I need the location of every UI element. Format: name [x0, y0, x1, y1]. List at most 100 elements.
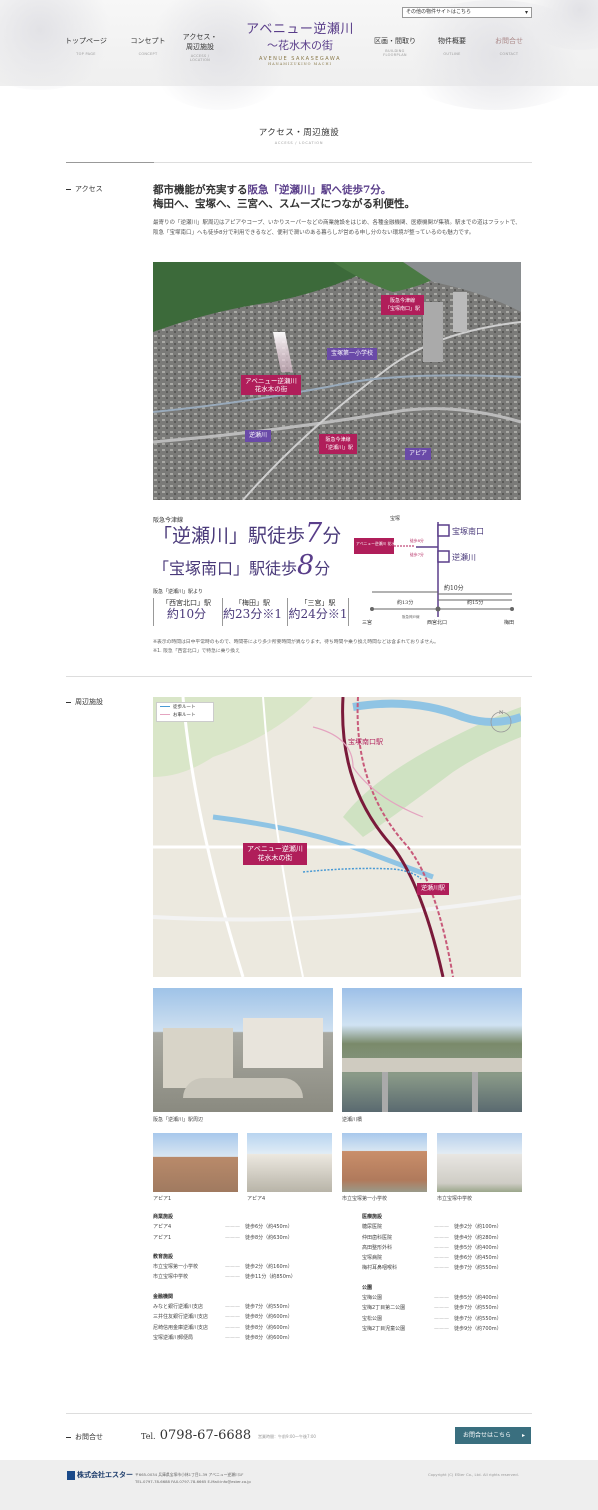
nav-floorplan-label: 区画・間取り — [374, 37, 416, 45]
route-takarazuka: 宝塚 — [390, 515, 400, 522]
area-map: N 徒歩ルート お車ルート アベニュー逆瀬川 花水木の街 逆瀬川駅 宝塚南口駅 — [153, 697, 521, 977]
facility-dist: 徒歩5分（約400m） — [454, 1295, 502, 1302]
photo-caption: 逆瀬川橋 — [342, 1117, 363, 1123]
tag-school: 宝塚第一小学校 — [327, 348, 378, 360]
time-value: 約10分 — [166, 607, 207, 621]
section-label-contact: お問合せ — [66, 1432, 103, 1442]
nav-access-en: ACCESS / LOCATION — [189, 54, 211, 62]
section-label-access: アクセス — [66, 184, 103, 194]
map-site-tag: アベニュー逆瀬川 花水木の街 — [243, 843, 307, 865]
walk-pre: 「宝塚南口」駅徒歩 — [153, 559, 298, 578]
facility-row: 宝塚逆瀬川郵便局 ——— 徒歩8分（約600m） — [153, 1333, 323, 1343]
nav-concept-label: コンセプト — [130, 37, 166, 45]
other-sites-select[interactable]: その他の物件サイトはこちら — [402, 7, 532, 18]
facility-row: 宝松公園 ——— 徒歩7分（約550m） — [362, 1314, 532, 1324]
route-t13: 約13分 — [397, 599, 413, 606]
facility-name: 宝梅2丁目第二公園 — [362, 1305, 406, 1312]
lead-text: 都市機能が充実する — [153, 184, 248, 196]
facility-dist: 徒歩7分（約550m） — [245, 1304, 293, 1311]
group-heading: 金融機関 — [153, 1293, 174, 1300]
group-heading: 公園 — [362, 1284, 373, 1291]
nav-contact[interactable]: お問合せ CONTACT — [485, 36, 533, 56]
nav-top-en: TOP PAGE — [76, 52, 96, 56]
walk-minamiguchi: 「宝塚南口」駅徒歩8分 — [153, 552, 331, 580]
facility-dist: 徒歩2分（約100m） — [454, 1224, 502, 1231]
legend-walk: 徒歩ルート — [160, 704, 210, 712]
address-line: 〒665-0034 兵庫県宝塚市小林1丁目1-39 アベニュー逆瀬川1F — [135, 1472, 244, 1477]
nav-floorplan-en: BUILDING FLOORPLAN — [383, 49, 407, 57]
route-t15: 約15分 — [467, 599, 483, 606]
contact-button[interactable]: お問合せはこちら — [455, 1427, 531, 1444]
facility-row: アピア4 ——— 徒歩6分（約450m） — [153, 1222, 323, 1232]
nav-floorplan[interactable]: 区画・間取り BUILDING FLOORPLAN — [371, 36, 419, 57]
group-heading: 教育施設 — [153, 1253, 174, 1260]
facility-row: 高田整形外科 ——— 徒歩5分（約400m） — [362, 1243, 532, 1253]
map-legend: 徒歩ルート お車ルート — [156, 702, 214, 722]
site-logo[interactable]: アベニュー逆瀬川 〜花水木の街 AVENUE SAKASEGAWA HANAMI… — [230, 22, 370, 66]
walk-post: 分 — [322, 525, 342, 547]
tel-prefix: Tel. — [141, 1432, 156, 1441]
facility-dist: 徒歩7分（約550m） — [454, 1305, 502, 1312]
facility-row: 糖尿医院 ——— 徒歩2分（約100m） — [362, 1222, 532, 1232]
photo-bridge — [342, 988, 522, 1112]
walk-post: 分 — [314, 559, 331, 578]
facility-name: 市立宝塚第一小学校 — [153, 1264, 199, 1271]
lead-text-2: 梅田へ、宝塚へ、三宮へ、スムーズにつながる利便性。 — [153, 198, 415, 210]
nav-concept[interactable]: コンセプト CONCEPT — [124, 36, 172, 56]
time-value: 約23分※1 — [223, 607, 282, 621]
route-sannomiya: 三宮 — [362, 619, 372, 626]
photo-station-area — [153, 988, 333, 1112]
facility-name: みなと銀行逆瀬川支店 — [153, 1304, 204, 1311]
logo-line2: 〜花水木の街 — [267, 39, 333, 52]
facility-name: 梅村耳鼻咽喉科 — [362, 1265, 398, 1272]
facility-row: 宝梅2丁目第二公園 ——— 徒歩7分（約550m） — [362, 1303, 532, 1313]
facility-dist: 徒歩4分（約280m） — [454, 1234, 502, 1241]
nav-contact-label: お問合せ — [495, 37, 523, 45]
facility-name: 仲田歯科医院 — [362, 1234, 393, 1241]
tag-takarazuka-minamiguchi: 阪急今津線 「宝塚南口」駅 — [381, 295, 425, 315]
note-2: ※1. 阪急「西宮北口」で特急に乗り換え — [153, 649, 240, 654]
phone-number[interactable]: Tel. 0798-67-6688 — [141, 1428, 251, 1443]
legend-car: お車ルート — [160, 712, 210, 720]
facility-name: 三井住友銀行逆瀬川支店 — [153, 1314, 209, 1321]
facility-name: 宝塚病院 — [362, 1255, 383, 1262]
access-notes: ※表示の時間は日中平常時のもので、時間帯により多少所要時間が異なります。待ち時間… — [153, 638, 521, 656]
facility-name: 宝梅2丁目児童公園 — [362, 1325, 406, 1332]
facility-row: 三井住友銀行逆瀬川支店 ——— 徒歩8分（約600m） — [153, 1312, 323, 1322]
route-nishinomiya: 西宮北口 — [427, 619, 447, 626]
photo-appia1 — [153, 1133, 238, 1192]
photo-caption: アピア1 — [153, 1196, 172, 1202]
time-box: 「西宮北口」駅 約10分 — [153, 598, 219, 626]
logo-line1: アベニュー逆瀬川 — [246, 22, 354, 37]
nav-access[interactable]: アクセス・ 周辺施設 ACCESS / LOCATION — [176, 32, 224, 62]
facility-row: アピア1 ——— 徒歩8分（約630m） — [153, 1233, 323, 1243]
facility-row: 市立宝塚中学校 ——— 徒歩11分（約850m） — [153, 1272, 323, 1282]
page-title: アクセス・周辺施設 ACCESS / LOCATION — [0, 126, 598, 145]
route-minamiguchi: 宝塚南口 — [452, 526, 484, 536]
nav-top-label: トップページ — [65, 37, 107, 45]
route-sakasegawa: 逆瀬川 — [452, 552, 476, 562]
facility-row: みなと銀行逆瀬川支店 ——— 徒歩7分（約550m） — [153, 1302, 323, 1312]
route-w8: 徒歩8分 — [410, 538, 424, 543]
tel-value: 0798-67-6688 — [159, 1428, 252, 1443]
nav-concept-en: CONCEPT — [138, 52, 158, 56]
company-logo[interactable]: 株式会社エスター — [67, 1470, 133, 1480]
nav-top[interactable]: トップページ TOP PAGE — [62, 36, 110, 56]
divider — [66, 676, 532, 677]
time-box: 「三宮」駅 約24分※1 — [287, 598, 349, 626]
facility-name: 宝松公園 — [362, 1315, 383, 1322]
facility-dist: 徒歩8分（約600m） — [245, 1314, 293, 1321]
facility-dist: 徒歩6分（約450m） — [454, 1255, 502, 1262]
nav-outline[interactable]: 物件概要 OUTLINE — [428, 36, 476, 56]
facility-name: 尼崎信用金庫逆瀬川支店 — [153, 1324, 209, 1331]
walk-pre: 「逆瀬川」駅徒歩 — [153, 525, 306, 547]
page-title-en: ACCESS / LOCATION — [274, 141, 324, 145]
legend-walk-label: 徒歩ルート — [173, 705, 196, 710]
tag-sakasegawa-station: 阪急今津線 「逆瀬川」駅 — [319, 434, 358, 454]
route-umeda: 梅田 — [504, 619, 514, 626]
map-station-tag: 逆瀬川駅 — [417, 883, 450, 895]
nav-outline-en: OUTLINE — [443, 52, 461, 56]
tel-fax-line: TEL.0797-78-6688 FAX.0797-78-6665 E-Mail… — [135, 1478, 251, 1484]
facility-row: 仲田歯科医院 ——— 徒歩4分（約280m） — [362, 1233, 532, 1243]
divider — [66, 162, 154, 163]
